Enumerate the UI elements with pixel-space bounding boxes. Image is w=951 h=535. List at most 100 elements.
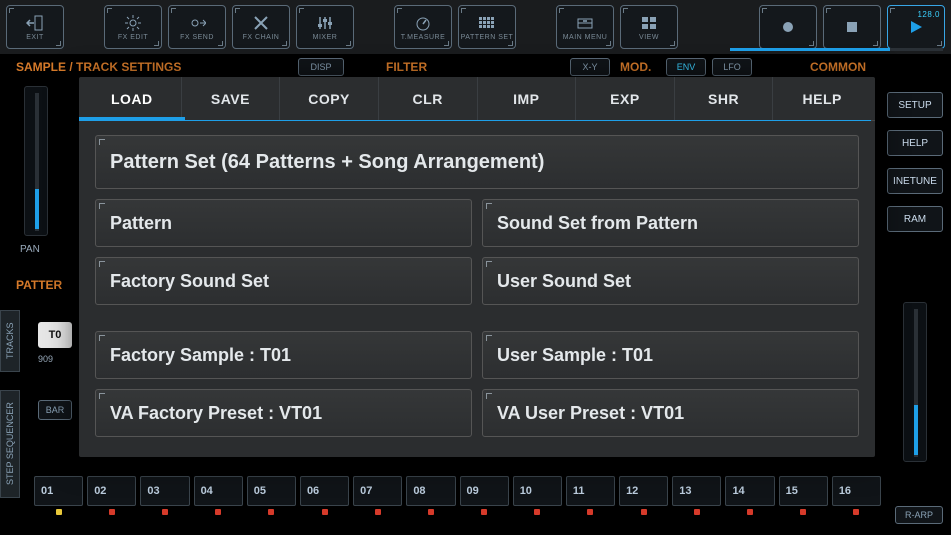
option-pattern[interactable]: Pattern bbox=[95, 199, 472, 247]
step-indicator bbox=[460, 508, 509, 516]
grid-icon bbox=[477, 14, 497, 32]
step-button[interactable]: 13 bbox=[672, 476, 721, 506]
step-button[interactable]: 01 bbox=[34, 476, 83, 506]
step-button[interactable]: 16 bbox=[832, 476, 881, 506]
load-dialog: LOAD SAVE COPY CLR IMP EXP SHR HELP Patt… bbox=[78, 76, 876, 458]
track-selector[interactable]: T0 bbox=[38, 322, 72, 348]
option-user-sound-set[interactable]: User Sound Set bbox=[482, 257, 859, 305]
step-indicator bbox=[87, 508, 136, 516]
step-button[interactable]: 04 bbox=[194, 476, 243, 506]
help-button-side[interactable]: HELP bbox=[887, 130, 943, 156]
option-label: Factory Sample : T01 bbox=[110, 345, 291, 366]
rarp-button[interactable]: R-ARP bbox=[895, 506, 943, 524]
lfo-button[interactable]: LFO bbox=[712, 58, 752, 76]
step-button[interactable]: 12 bbox=[619, 476, 668, 506]
tracks-vtab[interactable]: TRACKS bbox=[0, 310, 20, 372]
env-button[interactable]: ENV bbox=[666, 58, 706, 76]
option-factory-sound-set[interactable]: Factory Sound Set bbox=[95, 257, 472, 305]
mixer-button[interactable]: MIXER bbox=[296, 5, 354, 49]
step-button[interactable]: 03 bbox=[140, 476, 189, 506]
view-label: VIEW bbox=[639, 34, 659, 41]
fxchain-button[interactable]: FX CHAIN bbox=[232, 5, 290, 49]
tab-shr[interactable]: SHR bbox=[675, 77, 774, 120]
track-sub-label: 909 bbox=[38, 354, 53, 364]
option-pattern-set[interactable]: Pattern Set (64 Patterns + Song Arrangem… bbox=[95, 135, 859, 189]
step-button[interactable]: 05 bbox=[247, 476, 296, 506]
tab-copy[interactable]: COPY bbox=[280, 77, 379, 120]
step-button[interactable]: 02 bbox=[87, 476, 136, 506]
step-button[interactable]: 07 bbox=[353, 476, 402, 506]
view-button[interactable]: VIEW bbox=[620, 5, 678, 49]
tmeasure-button[interactable]: T.MEASURE bbox=[394, 5, 452, 49]
step-button[interactable]: 14 bbox=[725, 476, 774, 506]
step-button[interactable]: 10 bbox=[513, 476, 562, 506]
step-indicator bbox=[619, 508, 668, 516]
step-row: 01020304050607080910111213141516 bbox=[34, 476, 881, 506]
stop-button[interactable] bbox=[823, 5, 881, 49]
option-va-factory-preset[interactable]: VA Factory Preset : VT01 bbox=[95, 389, 472, 437]
option-label: User Sound Set bbox=[497, 271, 631, 292]
sliders-icon bbox=[315, 14, 335, 32]
xy-button[interactable]: X-Y bbox=[570, 58, 610, 76]
grid4-icon bbox=[639, 14, 659, 32]
option-label: Pattern Set (64 Patterns + Song Arrangem… bbox=[110, 151, 544, 174]
transport-progress bbox=[730, 48, 943, 51]
finetune-button[interactable]: INETUNE bbox=[887, 168, 943, 194]
step-indicator bbox=[725, 508, 774, 516]
step-button[interactable]: 15 bbox=[779, 476, 828, 506]
step-indicator bbox=[832, 508, 881, 516]
tab-clr[interactable]: CLR bbox=[379, 77, 478, 120]
stop-icon bbox=[842, 18, 862, 36]
left-vertical-slider[interactable] bbox=[24, 86, 48, 236]
option-label: VA User Preset : VT01 bbox=[497, 403, 684, 424]
option-va-user-preset[interactable]: VA User Preset : VT01 bbox=[482, 389, 859, 437]
tab-save[interactable]: SAVE bbox=[182, 77, 281, 120]
fxsend-button[interactable]: FX SEND bbox=[168, 5, 226, 49]
step-indicator bbox=[353, 508, 402, 516]
step-button[interactable]: 09 bbox=[460, 476, 509, 506]
sample-settings-heading: SAMPLE / TRACK SETTINGS bbox=[16, 60, 181, 74]
tab-exp[interactable]: EXP bbox=[576, 77, 675, 120]
patternset-label: PATTERN SET bbox=[461, 34, 514, 41]
option-label: Sound Set from Pattern bbox=[497, 213, 698, 234]
tab-imp[interactable]: IMP bbox=[478, 77, 577, 120]
drawer-icon bbox=[575, 14, 595, 32]
step-button[interactable]: 08 bbox=[406, 476, 455, 506]
option-label: Factory Sound Set bbox=[110, 271, 269, 292]
step-indicator bbox=[194, 508, 243, 516]
sun-arrow-icon bbox=[187, 14, 207, 32]
exit-icon bbox=[25, 14, 45, 32]
fxedit-button[interactable]: FX EDIT bbox=[104, 5, 162, 49]
setup-button[interactable]: SETUP bbox=[887, 92, 943, 118]
step-button[interactable]: 11 bbox=[566, 476, 615, 506]
tmeasure-label: T.MEASURE bbox=[401, 34, 446, 41]
play-button[interactable]: 128.0 bbox=[887, 5, 945, 49]
step-indicator bbox=[566, 508, 615, 516]
step-indicator bbox=[34, 508, 83, 516]
record-button[interactable] bbox=[759, 5, 817, 49]
option-soundset-from-pattern[interactable]: Sound Set from Pattern bbox=[482, 199, 859, 247]
tab-load[interactable]: LOAD bbox=[83, 77, 182, 120]
bar-button[interactable]: BAR bbox=[38, 400, 72, 420]
step-indicator bbox=[779, 508, 828, 516]
x-icon bbox=[251, 14, 271, 32]
option-user-sample[interactable]: User Sample : T01 bbox=[482, 331, 859, 379]
tab-help[interactable]: HELP bbox=[773, 77, 871, 120]
exit-button[interactable]: EXIT bbox=[6, 5, 64, 49]
disp-button[interactable]: DISP bbox=[298, 58, 344, 76]
record-icon bbox=[778, 18, 798, 36]
step-sequencer-vtab[interactable]: STEP SEQUENCER bbox=[0, 390, 20, 498]
patternset-button[interactable]: PATTERN SET bbox=[458, 5, 516, 49]
top-toolbar: EXIT FX EDIT FX SEND FX CHAIN MIXER T.ME… bbox=[0, 0, 951, 54]
step-indicator bbox=[513, 508, 562, 516]
mainmenu-button[interactable]: MAIN MENU bbox=[556, 5, 614, 49]
step-indicator bbox=[672, 508, 721, 516]
sun-icon bbox=[123, 14, 143, 32]
option-label: VA Factory Preset : VT01 bbox=[110, 403, 322, 424]
step-button[interactable]: 06 bbox=[300, 476, 349, 506]
option-factory-sample[interactable]: Factory Sample : T01 bbox=[95, 331, 472, 379]
pattern-heading: PATTER bbox=[16, 278, 62, 292]
option-label: Pattern bbox=[110, 213, 172, 234]
right-vertical-slider[interactable] bbox=[903, 302, 927, 462]
ram-button[interactable]: RAM bbox=[887, 206, 943, 232]
